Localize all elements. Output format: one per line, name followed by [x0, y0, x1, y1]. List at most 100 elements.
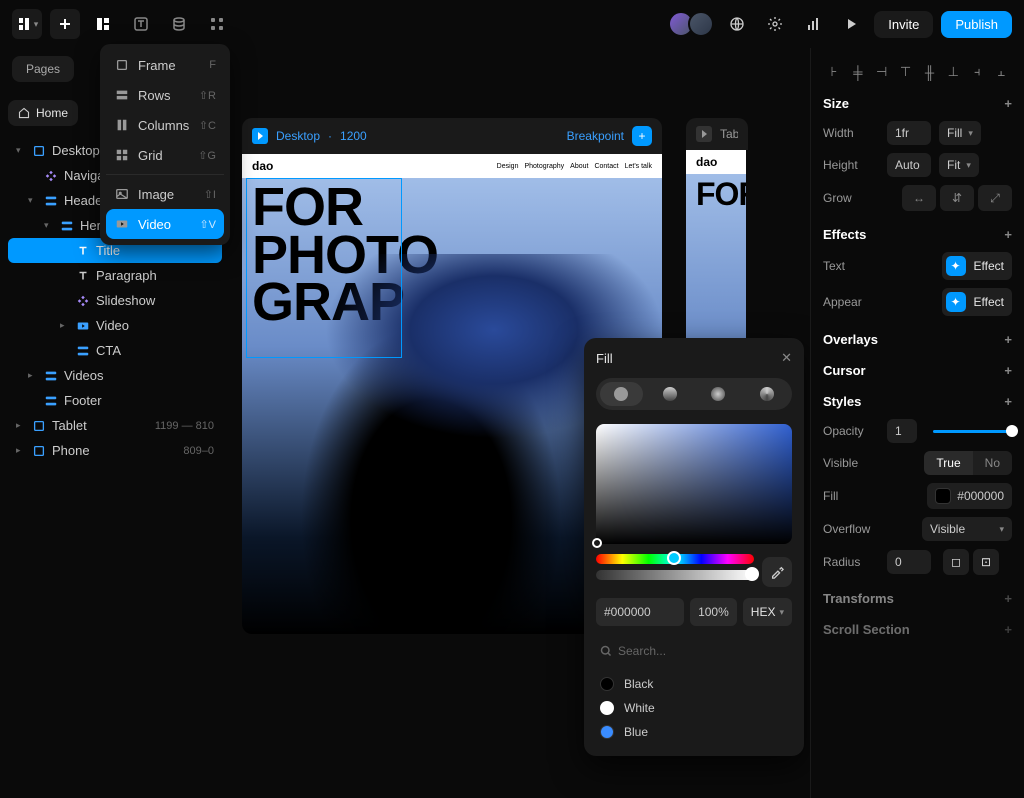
- opacity-input[interactable]: 1: [887, 419, 917, 443]
- height-mode-select[interactable]: Fit▾: [939, 153, 979, 177]
- artboard-header[interactable]: Desktop · 1200 Breakpoint +: [242, 118, 662, 154]
- collaborator-avatars[interactable]: [668, 11, 714, 37]
- breadcrumb-home[interactable]: Home: [8, 100, 78, 126]
- swatch-white[interactable]: White: [596, 696, 792, 720]
- close-icon[interactable]: ✕: [781, 350, 792, 366]
- height-input[interactable]: Auto: [887, 153, 931, 177]
- artboard-header-secondary[interactable]: Tablet: [686, 118, 748, 150]
- analytics-icon[interactable]: [798, 9, 828, 39]
- insert-grid[interactable]: Grid⇧G: [106, 140, 224, 170]
- swatch-search[interactable]: Search...: [596, 638, 792, 664]
- preview-button[interactable]: [836, 9, 866, 39]
- alpha-input[interactable]: 100%: [690, 598, 737, 626]
- invite-button[interactable]: Invite: [874, 11, 933, 38]
- insert-video[interactable]: Video⇧V: [106, 209, 224, 239]
- insert-frame[interactable]: FrameF: [106, 50, 224, 80]
- text-tool[interactable]: [126, 9, 156, 39]
- distribute-v[interactable]: ⫠: [990, 62, 1012, 82]
- play-icon: [696, 126, 712, 142]
- overflow-select[interactable]: Visible▾: [922, 517, 1012, 541]
- section-title: Size: [823, 96, 849, 111]
- swatch-black[interactable]: Black: [596, 672, 792, 696]
- align-right[interactable]: ⊣: [871, 62, 893, 82]
- radius-individual[interactable]: ⊡: [973, 549, 999, 575]
- artboard-name: Tablet: [720, 127, 738, 141]
- add-size[interactable]: +: [1004, 96, 1012, 111]
- fill-type-conic[interactable]: [746, 382, 789, 406]
- insert-rows[interactable]: Rows⇧R: [106, 80, 224, 110]
- align-bottom[interactable]: ⊥: [942, 62, 964, 82]
- width-input[interactable]: 1fr: [887, 121, 931, 145]
- artboard-name: Desktop: [276, 129, 320, 143]
- insert-menu: FrameFRows⇧RColumns⇧CGrid⇧G Image⇧IVideo⇧…: [100, 44, 230, 245]
- add-cursor[interactable]: +: [1004, 363, 1012, 378]
- add-style[interactable]: +: [1004, 394, 1012, 409]
- distribute-h[interactable]: ⫞: [966, 62, 988, 82]
- section-title: Scroll Section: [823, 622, 910, 637]
- radius-input[interactable]: 0: [887, 550, 931, 574]
- mockup-nav: dao Design Photography About Contact Let…: [242, 154, 662, 178]
- grow-vertical[interactable]: ⇵: [940, 185, 974, 211]
- mockup-logo: dao: [252, 159, 273, 173]
- tree-item-slideshow[interactable]: Slideshow: [8, 288, 222, 313]
- align-middle[interactable]: ╫: [919, 62, 941, 82]
- add-breakpoint-button[interactable]: +: [632, 126, 652, 146]
- add-scroll[interactable]: +: [1004, 622, 1012, 637]
- insert-columns[interactable]: Columns⇧C: [106, 110, 224, 140]
- fill-type-solid[interactable]: [600, 382, 643, 406]
- tree-item-videos[interactable]: ▸Videos: [8, 363, 222, 388]
- tree-item-paragraph[interactable]: Paragraph: [8, 263, 222, 288]
- appear-effect-button[interactable]: ✦Effect: [942, 288, 1012, 316]
- breakpoint-label[interactable]: Breakpoint: [567, 129, 624, 143]
- align-center-h[interactable]: ╪: [847, 62, 869, 82]
- section-title: Transforms: [823, 591, 894, 606]
- radius-uniform[interactable]: ◻: [943, 549, 969, 575]
- tree-item-video[interactable]: ▸Video: [8, 313, 222, 338]
- actions-tool[interactable]: [202, 9, 232, 39]
- grow-both[interactable]: ⤢: [978, 185, 1012, 211]
- globe-icon[interactable]: [722, 9, 752, 39]
- tree-item-tablet[interactable]: ▸Tablet1199 — 810: [8, 413, 222, 438]
- fill-type-linear[interactable]: [649, 382, 692, 406]
- visible-true[interactable]: True: [924, 451, 972, 475]
- saturation-value-picker[interactable]: [596, 424, 792, 544]
- hue-slider[interactable]: [596, 554, 754, 564]
- align-top[interactable]: ⊤: [895, 62, 917, 82]
- properties-panel: ⊦ ╪ ⊣ ⊤ ╫ ⊥ ⫞ ⫠ Size+ Width1frFill▾ Heig…: [810, 48, 1024, 798]
- add-button[interactable]: [50, 9, 80, 39]
- fill-color-popup: Fill ✕ #000000 100% HEX: [584, 338, 804, 756]
- section-title: Styles: [823, 394, 861, 409]
- swatch-blue[interactable]: Blue: [596, 720, 792, 744]
- fill-type-radial[interactable]: [697, 382, 740, 406]
- section-title: Cursor: [823, 363, 866, 378]
- app-menu-button[interactable]: ▾: [12, 9, 42, 39]
- eyedropper-button[interactable]: [762, 557, 792, 587]
- tree-item-cta[interactable]: CTA: [8, 338, 222, 363]
- grow-horizontal[interactable]: ↔: [902, 185, 936, 211]
- opacity-slider[interactable]: [933, 430, 1012, 433]
- avatar: [688, 11, 714, 37]
- add-effect[interactable]: +: [1004, 227, 1012, 242]
- spark-icon: ✦: [946, 292, 966, 312]
- hex-input[interactable]: #000000: [596, 598, 684, 626]
- add-transform[interactable]: +: [1004, 591, 1012, 606]
- tree-item-phone[interactable]: ▸Phone809–0: [8, 438, 222, 463]
- align-left[interactable]: ⊦: [823, 62, 845, 82]
- width-mode-select[interactable]: Fill▾: [939, 121, 981, 145]
- fill-color-button[interactable]: #000000: [927, 483, 1012, 509]
- add-overlay[interactable]: +: [1004, 332, 1012, 347]
- breadcrumb-label: Home: [36, 106, 68, 120]
- settings-icon[interactable]: [760, 9, 790, 39]
- insert-image[interactable]: Image⇧I: [106, 179, 224, 209]
- section-title: Effects: [823, 227, 866, 242]
- text-effect-button[interactable]: ✦Effect: [942, 252, 1012, 280]
- alpha-slider[interactable]: [596, 570, 754, 580]
- layout-tool[interactable]: [88, 9, 118, 39]
- tree-item-footer[interactable]: Footer: [8, 388, 222, 413]
- fill-popup-title: Fill: [596, 351, 613, 366]
- publish-button[interactable]: Publish: [941, 11, 1012, 38]
- color-format-select[interactable]: HEX▾: [743, 598, 792, 626]
- visible-false[interactable]: No: [973, 451, 1012, 475]
- pages-tab[interactable]: Pages: [12, 56, 74, 82]
- cms-tool[interactable]: [164, 9, 194, 39]
